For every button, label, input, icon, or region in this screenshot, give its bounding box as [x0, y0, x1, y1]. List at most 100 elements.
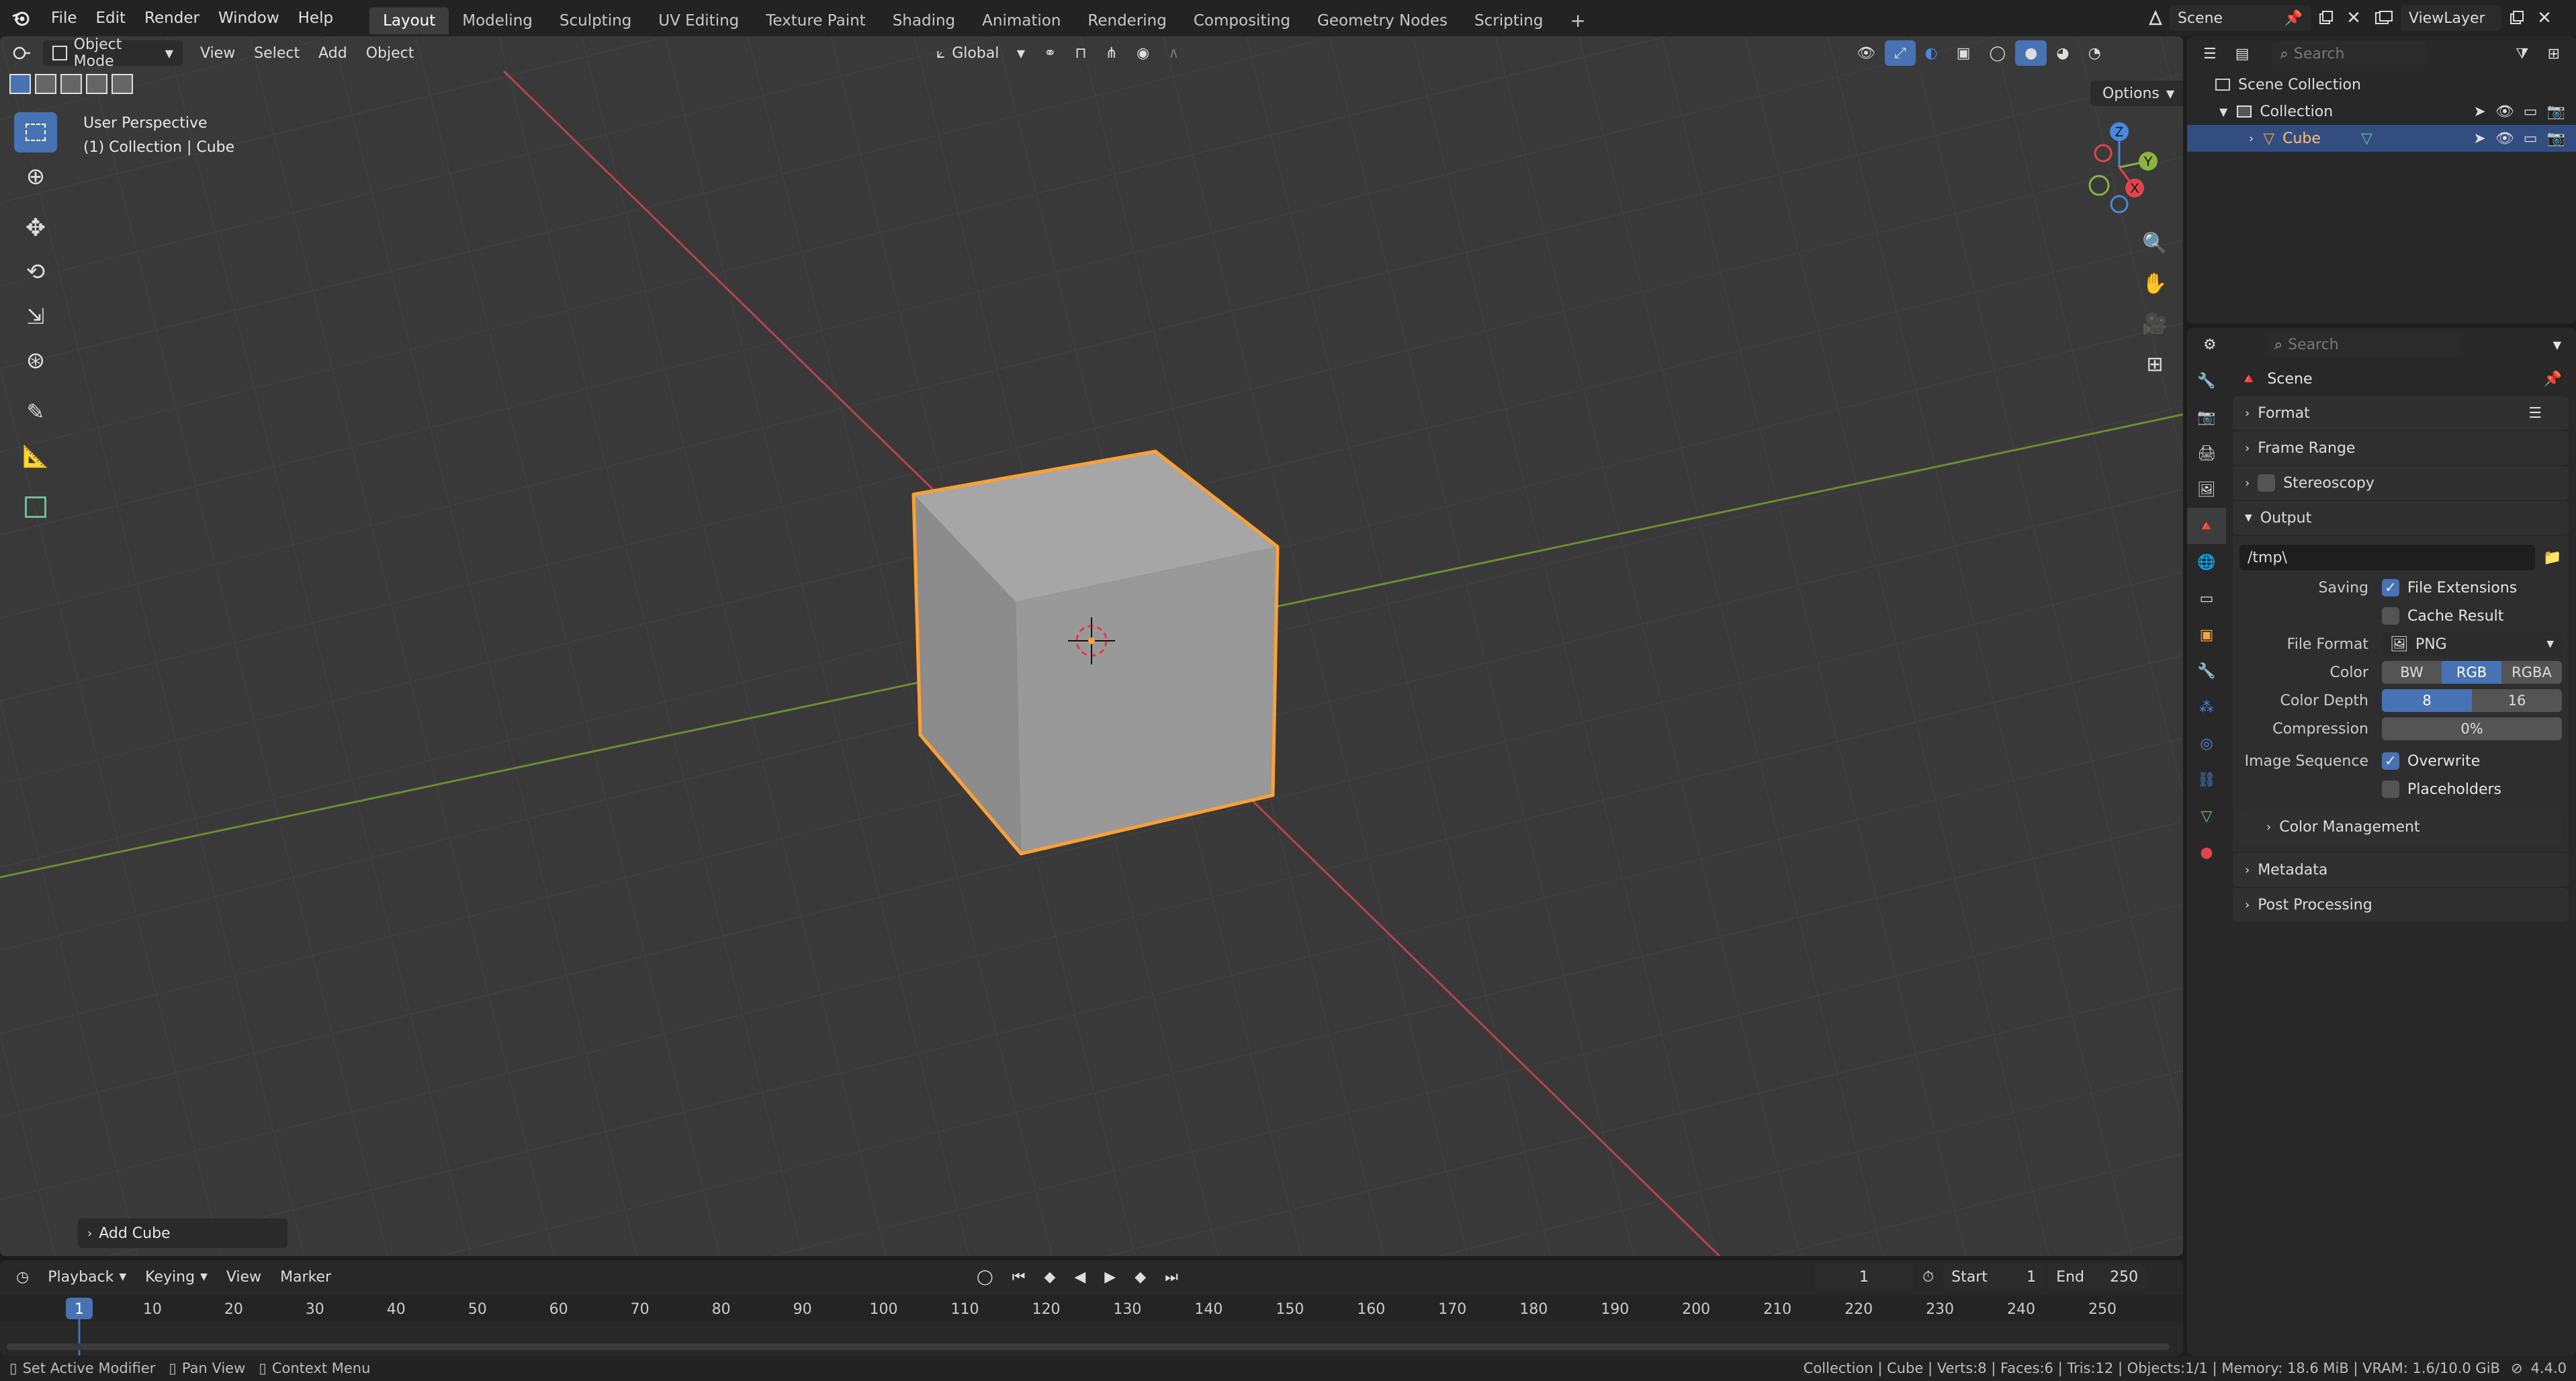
pivot-point-icon[interactable]: ⚭: [1034, 40, 1065, 66]
visibility-icon[interactable]: 👁: [1847, 40, 1885, 66]
add-cube-tool[interactable]: [7, 485, 64, 529]
options-dropdown[interactable]: Options ▼: [2090, 81, 2183, 106]
file-extensions-checkbox[interactable]: ✓: [2382, 579, 2399, 596]
play-reverse-icon[interactable]: ◀: [1065, 1264, 1095, 1290]
jump-keyframe-back-icon[interactable]: ◆: [1034, 1264, 1065, 1290]
outliner-editor-icon[interactable]: ☰: [2194, 41, 2226, 66]
view-layer-tab-icon[interactable]: 🖼: [2187, 472, 2226, 508]
navigation-gizmo[interactable]: Z Y X: [2055, 110, 2163, 218]
menu-edit[interactable]: Edit: [87, 0, 136, 36]
new-scene-icon[interactable]: [2311, 5, 2340, 31]
color-depth-8-button[interactable]: 8: [2382, 689, 2472, 712]
play-icon[interactable]: ▶: [1095, 1264, 1125, 1290]
falloff-icon[interactable]: ∧: [1159, 40, 1188, 66]
scene-collection-row[interactable]: Scene Collection: [2187, 71, 2576, 98]
data-tab-icon[interactable]: ▽: [2187, 798, 2226, 834]
select-arrow-icon[interactable]: ➤: [2473, 103, 2485, 120]
cache-result-checkbox[interactable]: [2382, 607, 2399, 625]
snap-target-icon[interactable]: ⋔: [1096, 40, 1127, 66]
menu-help[interactable]: Help: [289, 0, 343, 36]
material-tab-icon[interactable]: ●: [2187, 834, 2226, 871]
select-extend-icon[interactable]: [35, 74, 56, 94]
pin-icon[interactable]: 📌: [2544, 371, 2562, 388]
panel-output[interactable]: ▼ Output: [2233, 501, 2569, 535]
particles-tab-icon[interactable]: ⁂: [2187, 689, 2226, 725]
panel-stereoscopy[interactable]: › Stereoscopy: [2233, 466, 2569, 500]
stereoscopy-checkbox[interactable]: [2258, 474, 2276, 492]
modifier-tab-icon[interactable]: 🔧: [2187, 653, 2226, 689]
constraints-tab-icon[interactable]: ⛓: [2187, 762, 2226, 798]
menu-view[interactable]: View: [191, 40, 245, 66]
monitor-icon[interactable]: ▭: [2524, 130, 2538, 147]
menu-playback[interactable]: Playback ▼: [38, 1264, 136, 1290]
last-operator-panel[interactable]: › Add Cube: [78, 1218, 287, 1248]
collection-tab-icon[interactable]: ▭: [2187, 580, 2226, 617]
select-invert-icon[interactable]: [86, 74, 107, 94]
render-tab-icon[interactable]: 📷: [2187, 399, 2226, 435]
solid-shading-icon[interactable]: ●: [2015, 40, 2047, 66]
auto-keying-icon[interactable]: ◯: [967, 1264, 1003, 1290]
measure-tool[interactable]: 📐: [7, 434, 64, 478]
select-box-tool[interactable]: [7, 110, 64, 154]
monitor-icon[interactable]: ▭: [2524, 103, 2538, 120]
placeholders-checkbox[interactable]: [2382, 781, 2399, 798]
chevron-right-icon[interactable]: ›: [2249, 132, 2254, 146]
tab-shading[interactable]: Shading: [879, 7, 969, 34]
overlay-toggle-icon[interactable]: ◐: [1916, 40, 1947, 66]
tab-geometry-nodes[interactable]: Geometry Nodes: [1304, 7, 1461, 34]
menu-window[interactable]: Window: [209, 0, 289, 36]
presets-icon[interactable]: ☰: [2528, 405, 2542, 422]
wireframe-shading-icon[interactable]: ◯: [1980, 40, 2016, 66]
move-tool[interactable]: ✥: [7, 206, 64, 250]
menu-file[interactable]: File: [42, 0, 87, 36]
folder-icon[interactable]: 📁: [2543, 549, 2561, 566]
annotate-tool[interactable]: ✎: [7, 390, 64, 434]
timeline-editor-icon[interactable]: ◷: [7, 1264, 38, 1290]
menu-render[interactable]: Render: [135, 0, 209, 36]
menu-marker[interactable]: Marker: [271, 1264, 341, 1290]
panel-metadata[interactable]: › Metadata: [2233, 853, 2569, 887]
gizmo-toggle-icon[interactable]: ⤢: [1884, 40, 1916, 66]
file-format-dropdown[interactable]: 🖼 PNG ▼: [2382, 632, 2562, 656]
tab-compositing[interactable]: Compositing: [1180, 7, 1304, 34]
chevron-down-icon[interactable]: ▼: [2219, 105, 2227, 118]
properties-editor-icon[interactable]: ⚙: [2194, 332, 2226, 357]
timeline-ruler[interactable]: 1 10 20 30 40 50 60 70 80 90 100 110 120 130 140 150 160…: [0, 1295, 2183, 1355]
scene-field[interactable]: Scene 📌: [2170, 5, 2311, 31]
3d-viewport[interactable]: Object Mode ▼ View Select Add Object ⟀ G…: [0, 36, 2183, 1256]
color-rgba-button[interactable]: RGBA: [2501, 661, 2562, 684]
panel-frame-range[interactable]: › Frame Range: [2233, 431, 2569, 465]
add-workspace-button[interactable]: +: [1556, 7, 1599, 34]
panel-format[interactable]: › Format ☰: [2233, 396, 2569, 430]
select-arrow-icon[interactable]: ➤: [2473, 130, 2485, 147]
material-shading-icon[interactable]: ◕: [2047, 40, 2078, 66]
rendered-shading-icon[interactable]: ◔: [2079, 40, 2111, 66]
select-subtract-icon[interactable]: [60, 74, 82, 94]
menu-select[interactable]: Select: [245, 40, 309, 66]
scale-tool[interactable]: ⇲: [7, 294, 64, 339]
view-layer-field[interactable]: ViewLayer: [2401, 5, 2501, 31]
tab-uv-editing[interactable]: UV Editing: [645, 7, 752, 34]
overwrite-checkbox[interactable]: ✓: [2382, 752, 2399, 770]
cursor-tool[interactable]: ⊕: [7, 154, 64, 199]
color-bw-button[interactable]: BW: [2382, 661, 2442, 684]
display-mode-icon[interactable]: ▤: [2226, 41, 2259, 66]
properties-search-field[interactable]: ⌕ Search: [2266, 332, 2461, 357]
pin-icon[interactable]: 📌: [2284, 10, 2303, 27]
eye-icon[interactable]: 👁: [2495, 103, 2514, 120]
panel-post-processing[interactable]: › Post Processing: [2233, 888, 2569, 922]
tool-tab-icon[interactable]: 🔧: [2187, 363, 2226, 399]
transform-tool[interactable]: ⊛: [7, 339, 64, 383]
new-view-layer-icon[interactable]: [2501, 5, 2531, 31]
jump-end-icon[interactable]: ⏭: [1155, 1264, 1188, 1290]
panel-color-management[interactable]: › Color Management: [2239, 810, 2562, 844]
new-collection-icon[interactable]: ⊞: [2538, 41, 2569, 66]
outliner-search-field[interactable]: ⌕ Search: [2272, 41, 2427, 66]
tab-texture-paint[interactable]: Texture Paint: [752, 7, 879, 34]
mesh-data-icon[interactable]: ▽: [2361, 130, 2372, 147]
snap-icon[interactable]: ⊓: [1065, 40, 1096, 66]
view-layer-icon[interactable]: [2367, 5, 2401, 31]
filter-icon[interactable]: ⧩: [2506, 41, 2538, 66]
pan-hand-icon[interactable]: ✋: [2135, 263, 2175, 304]
delete-view-layer-icon[interactable]: ✕: [2531, 5, 2558, 31]
